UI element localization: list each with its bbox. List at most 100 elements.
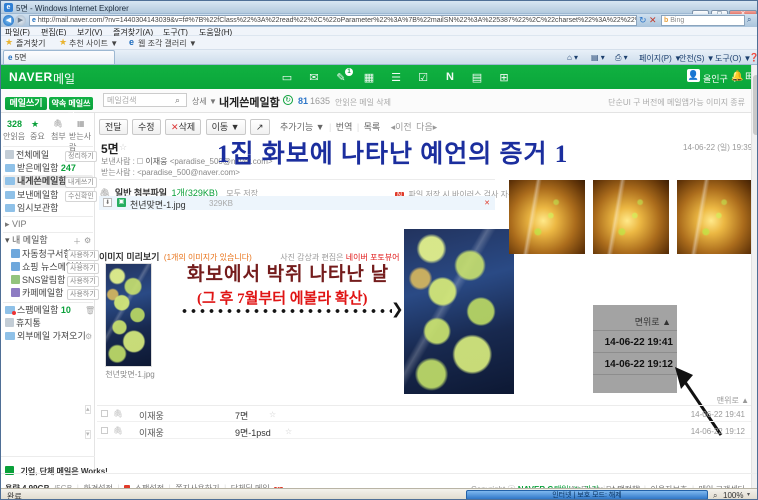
feeds-icon[interactable]: ▤ ▾: [591, 53, 605, 62]
preview-thumbnail[interactable]: [105, 263, 152, 367]
filter-tome-icon: ▦: [77, 119, 85, 128]
header-check-icon[interactable]: ☑: [415, 71, 431, 84]
tab-active[interactable]: e 5면: [3, 50, 115, 64]
app-title[interactable]: 메일: [53, 70, 75, 87]
tools-menu[interactable]: 도구(O) ▼: [715, 53, 751, 64]
share-button[interactable]: ↗: [250, 119, 270, 135]
from-checkbox[interactable]: [137, 158, 143, 164]
tome-write-button[interactable]: 내게쓰기: [65, 177, 97, 188]
favorites-button[interactable]: 즐겨찾기: [16, 38, 45, 49]
sidebar-item-sent[interactable]: 보낸메일함: [5, 189, 58, 202]
cafe-use-button[interactable]: 사용하기: [67, 289, 99, 300]
webslice-gallery[interactable]: 웹 조각 갤러리 ▼: [138, 38, 197, 49]
delete-unread-link[interactable]: 안읽은 메일 삭제: [335, 97, 391, 108]
album-image[interactable]: [404, 229, 514, 394]
filter-starred[interactable]: 중요: [30, 131, 45, 142]
edit-button[interactable]: 수정: [132, 119, 161, 135]
avatar[interactable]: 👤: [687, 69, 700, 82]
add-folder-icon[interactable]: ＋: [73, 236, 81, 247]
refresh-folder-icon[interactable]: ↻: [283, 95, 293, 105]
sidebar-item-bill[interactable]: 자동청구서함: [11, 248, 72, 261]
more-menu[interactable]: 추가기능 ▼: [280, 122, 325, 132]
search-icon[interactable]: ⌕: [747, 15, 751, 25]
forward-button[interactable]: ▶: [15, 15, 26, 26]
row1-sender[interactable]: 이재웅: [139, 409, 164, 422]
works-banner[interactable]: 기업, 단체 메일은 Works!: [5, 461, 108, 479]
attachment-row[interactable]: ⬇ ▣ 천년맞면-1.jpg 329KB ✕: [99, 196, 495, 210]
sns-use-button[interactable]: 사용하기: [67, 276, 99, 287]
download-icon[interactable]: ⬇: [103, 198, 112, 207]
shopping-use-button[interactable]: 사용하기: [67, 263, 99, 274]
list-link[interactable]: 목록: [364, 122, 381, 132]
zoom-dropdown-icon[interactable]: ▾: [747, 491, 750, 498]
folder-settings-icon[interactable]: ⚙: [84, 236, 91, 245]
refresh-icon[interactable]: ↻: [639, 15, 647, 26]
scroll-down-arrow[interactable]: ▾: [85, 430, 91, 439]
mail-search-icon[interactable]: ⌕: [175, 95, 180, 106]
sidebar-item-inbox[interactable]: 받은메일함 247: [5, 162, 76, 175]
row2-checkbox[interactable]: [101, 427, 108, 434]
mail-list-row-2[interactable]: 🖇 이재웅 9면-1psd ☆ 14-06-22 19:12: [97, 423, 751, 439]
current-folder[interactable]: 내게쓴메일함: [219, 94, 280, 110]
mail-list-row-1[interactable]: 🖇 이재웅 7면 ☆ 14-06-22 19:41: [97, 406, 751, 422]
move-button[interactable]: 이동 ▼: [206, 119, 246, 135]
header-card-icon[interactable]: ▭: [279, 71, 295, 84]
header-note-icon[interactable]: N: [442, 71, 458, 83]
print-icon[interactable]: ⎙ ▾: [615, 53, 628, 63]
row1-title[interactable]: 7면: [235, 409, 248, 422]
row2-title[interactable]: 9면-1psd: [235, 426, 271, 439]
subject-star-icon[interactable]: ☆: [119, 142, 127, 153]
zoom-level[interactable]: 100%: [723, 491, 743, 500]
bing-search-box[interactable]: b Bing: [661, 15, 745, 26]
bell-icon[interactable]: 🔔: [731, 71, 743, 82]
next-link[interactable]: 다음▸: [416, 122, 437, 132]
organize-button[interactable]: 정리하기: [65, 151, 97, 162]
header-calendar-icon[interactable]: ▦: [361, 71, 377, 84]
sidebar-item-draft[interactable]: 임시보관함: [5, 202, 58, 215]
empty-spam-icon[interactable]: 🗑: [85, 306, 95, 315]
search-detail[interactable]: 상세 ▼: [192, 96, 217, 107]
stop-icon[interactable]: ✕: [649, 15, 657, 26]
help-icon[interactable]: ❓: [749, 53, 758, 62]
compose-appt-button[interactable]: 약속 메일쓰기: [49, 97, 93, 110]
compose-button[interactable]: 메일쓰기: [5, 97, 47, 110]
delete-button[interactable]: ✕삭제: [165, 119, 201, 135]
sidebar-item-vip[interactable]: ▸ VIP: [5, 218, 27, 231]
naver-logo[interactable]: NAVER: [9, 70, 53, 84]
safety-menu[interactable]: 안전(S) ▼: [679, 53, 715, 64]
sidebar-item-cafe[interactable]: 카페메일함: [11, 287, 63, 300]
attachment-delete-icon[interactable]: ✕: [484, 199, 490, 207]
page-scrollbar[interactable]: [751, 65, 758, 488]
filter-unread[interactable]: 안읽음: [3, 131, 25, 142]
translate-link[interactable]: 번역: [336, 122, 353, 132]
sidebar-item-external[interactable]: 외부메일 가져오기: [5, 330, 86, 343]
suggested-sites[interactable]: 추천 사이트 ▼: [69, 38, 118, 49]
attachment-name[interactable]: 천년맞면-1.jpg: [130, 198, 186, 211]
receipt-check-button[interactable]: 수신확인: [65, 191, 97, 202]
sidebar-item-spam[interactable]: 스팸메일함 10: [5, 304, 71, 317]
bill-use-button[interactable]: 사용하기: [67, 250, 99, 261]
row1-checkbox[interactable]: [101, 410, 108, 417]
page-menu[interactable]: 페이지(P) ▼: [639, 53, 682, 64]
sidebar-item-allmail[interactable]: 전체메일: [5, 149, 49, 162]
filter-tome[interactable]: 받는사람: [69, 131, 93, 153]
scroll-up-arrow[interactable]: ▴: [85, 405, 91, 414]
scrollbar-thumb[interactable]: [753, 75, 758, 135]
from-name[interactable]: 이재웅: [145, 157, 167, 166]
prev-link[interactable]: ◂이전: [391, 122, 412, 132]
zoom-magnifier-icon[interactable]: ⌕: [713, 491, 717, 500]
back-button[interactable]: ◀: [3, 15, 14, 26]
sidebar-item-trash[interactable]: 휴지통: [5, 317, 41, 330]
header-mail-icon[interactable]: ✉: [306, 71, 322, 84]
header-file-icon[interactable]: ▤: [469, 71, 485, 84]
sidebar-mybox[interactable]: ▾ 내 메일함: [5, 234, 48, 247]
external-settings-icon[interactable]: ⚙: [85, 332, 92, 341]
header-list-icon[interactable]: ☰: [388, 71, 404, 84]
filter-attach[interactable]: 첨부: [51, 131, 66, 142]
header-photo-icon[interactable]: ⊞: [496, 71, 512, 84]
sidebar-item-sns[interactable]: SNS알림함: [11, 274, 65, 287]
forward-button[interactable]: 전달: [99, 119, 128, 135]
url-field[interactable]: e http://mail.naver.com/?nv=144030414303…: [29, 15, 637, 26]
row2-sender[interactable]: 이재웅: [139, 426, 164, 439]
home-icon[interactable]: ⌂ ▾: [567, 53, 578, 62]
